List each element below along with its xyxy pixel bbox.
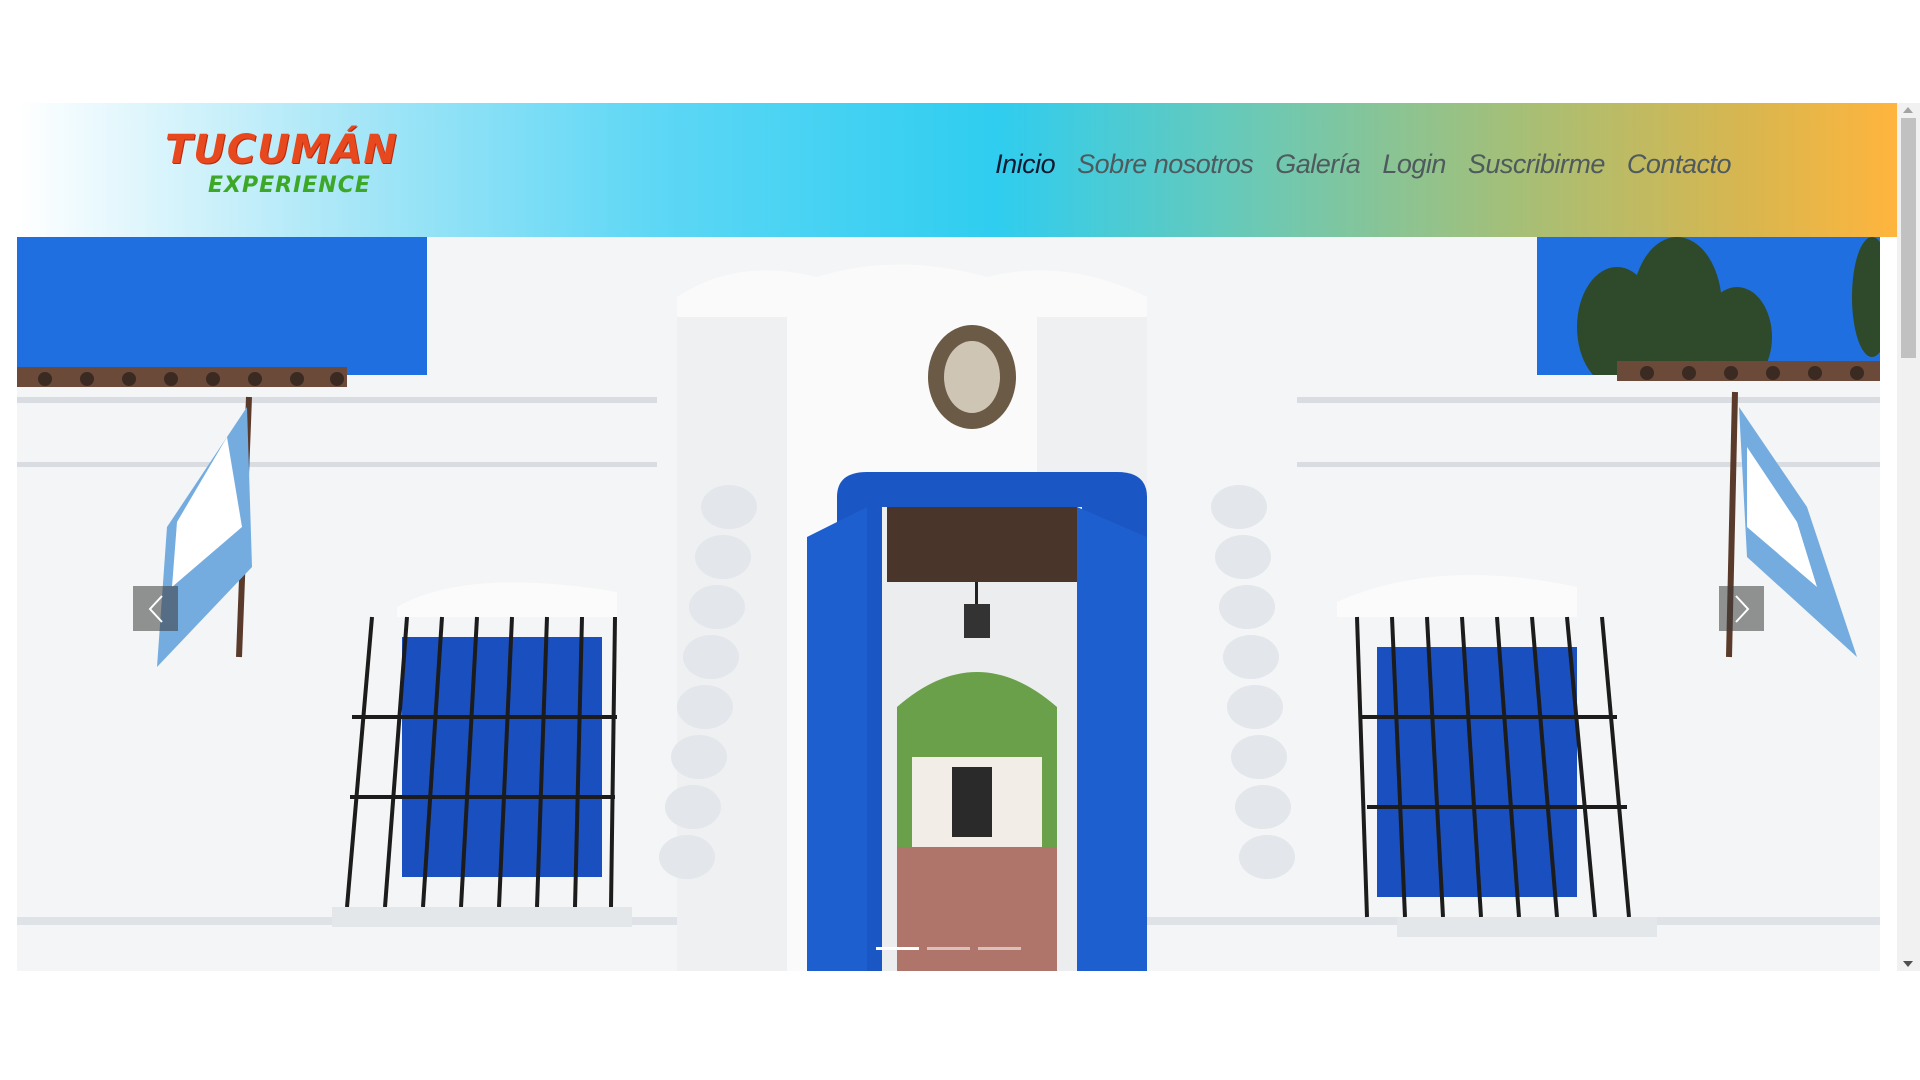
scroll-up-arrow-icon[interactable] — [1903, 107, 1913, 113]
chevron-right-icon — [1734, 594, 1749, 623]
hero-slide-image — [17, 237, 1880, 971]
scroll-down-arrow-icon[interactable] — [1903, 961, 1913, 967]
nav-link-contacto[interactable]: Contacto — [1627, 149, 1732, 180]
carousel-indicators — [876, 947, 1021, 950]
scrollbar-thumb[interactable] — [1901, 118, 1916, 358]
carousel-indicator-3[interactable] — [978, 947, 1021, 950]
logo-title: TUCUMÁN — [165, 127, 398, 173]
nav-link-galeria[interactable]: Galería — [1275, 149, 1361, 180]
nav-link-sobre-nosotros[interactable]: Sobre nosotros — [1077, 149, 1254, 180]
carousel-next-button[interactable] — [1719, 586, 1764, 631]
nav-link-inicio[interactable]: Inicio — [995, 149, 1056, 180]
logo-subtitle: EXPERIENCE — [208, 173, 371, 198]
browser-viewport: TUCUMÁN EXPERIENCE Inicio Sobre nosotros… — [17, 103, 1920, 971]
carousel-indicator-1[interactable] — [876, 947, 919, 950]
hero-carousel — [17, 237, 1880, 971]
nav-link-suscribirme[interactable]: Suscribirme — [1468, 149, 1606, 180]
site-header: TUCUMÁN EXPERIENCE Inicio Sobre nosotros… — [17, 103, 1897, 237]
logo[interactable]: TUCUMÁN EXPERIENCE — [165, 123, 397, 207]
chevron-left-icon — [148, 594, 163, 623]
vertical-scrollbar[interactable] — [1897, 103, 1920, 971]
carousel-prev-button[interactable] — [133, 586, 178, 631]
carousel-indicator-2[interactable] — [927, 947, 970, 950]
main-nav: Inicio Sobre nosotros Galería Login Susc… — [995, 149, 1731, 180]
nav-link-login[interactable]: Login — [1382, 149, 1446, 180]
